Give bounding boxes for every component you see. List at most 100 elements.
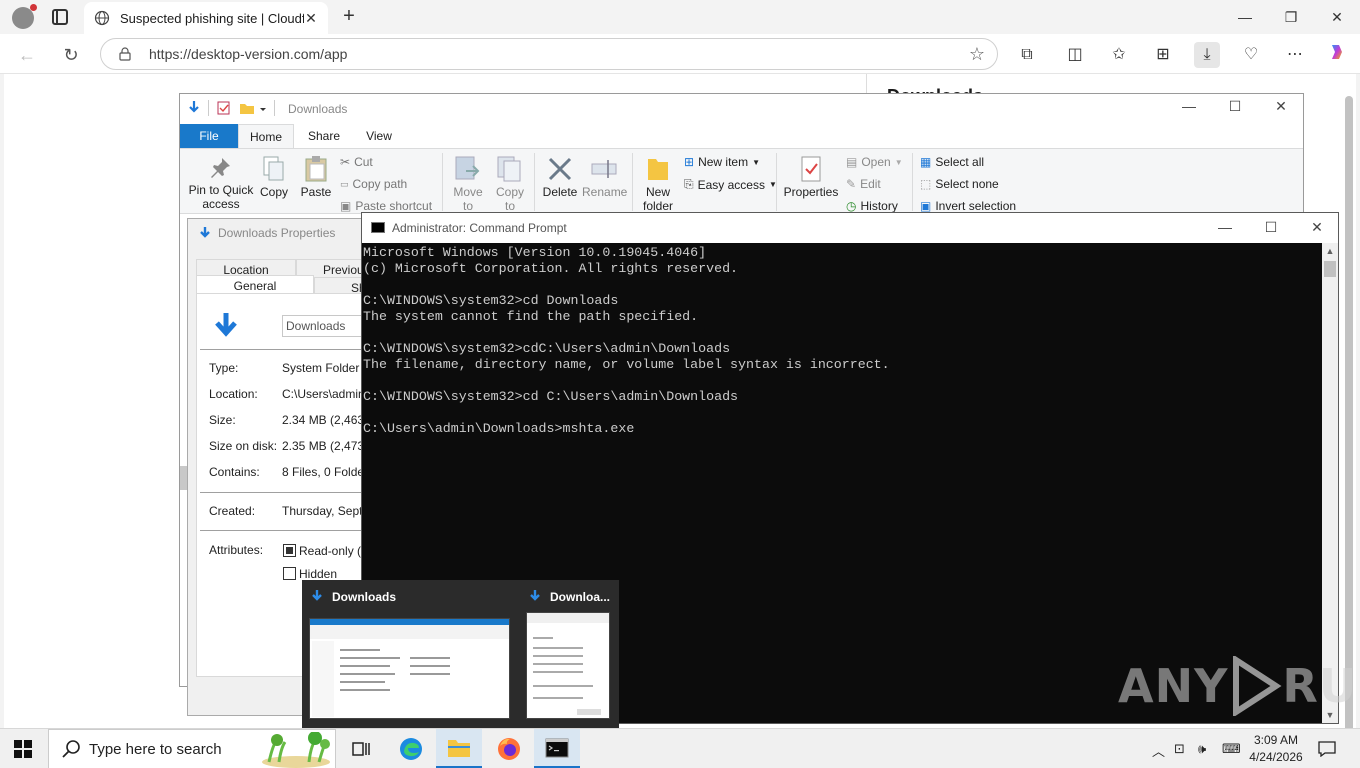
page-scrollbar[interactable] — [1342, 74, 1356, 736]
delete-button[interactable]: Delete — [540, 155, 580, 199]
scroll-up-icon[interactable]: ▲ — [1322, 243, 1338, 259]
lock-icon[interactable] — [119, 47, 131, 61]
page-scrollbar-thumb[interactable] — [1345, 96, 1353, 736]
tab-home[interactable]: Home — [238, 124, 294, 148]
chevron-down-icon: ▼ — [752, 157, 760, 167]
thumbnail-explorer[interactable]: Downloads — [302, 586, 520, 726]
open-button[interactable]: ▤ Open ▼ — [846, 155, 903, 169]
notification-icon[interactable] — [1318, 741, 1336, 760]
keyboard-icon[interactable]: ⌨ — [1222, 741, 1241, 757]
url-text[interactable]: https://desktop-version.com/app — [149, 39, 347, 69]
move-to-button[interactable]: Move to — [450, 155, 486, 213]
paste-button[interactable]: Paste — [298, 155, 334, 199]
search-highlight-icon — [262, 732, 330, 768]
download-arrow-icon — [312, 590, 322, 601]
copy-path-button[interactable]: ▭ Copy path — [340, 177, 407, 191]
pin-icon — [211, 158, 230, 178]
restore-button[interactable]: ❐ — [1268, 0, 1314, 34]
invert-selection-button[interactable]: ▣ Invert selection — [920, 199, 1016, 213]
location-label: Location: — [209, 387, 258, 401]
file-explorer-icon — [448, 739, 470, 757]
rename-button[interactable]: Rename — [582, 155, 627, 199]
properties-title: Downloads Properties — [218, 226, 336, 240]
new-item-button[interactable]: ⊞ New item ▼ — [684, 155, 760, 169]
favorites-icon[interactable]: ✩ — [1106, 42, 1132, 68]
task-view-button[interactable] — [338, 729, 384, 768]
profile-avatar-icon[interactable] — [12, 4, 37, 29]
play-logo-icon — [1233, 656, 1282, 716]
copy-to-icon — [497, 156, 521, 182]
browser-essentials-icon[interactable]: ♡ — [1238, 42, 1264, 68]
history-button[interactable]: ◷ History — [846, 199, 898, 213]
copy-button[interactable]: Copy — [258, 155, 290, 199]
tab-view[interactable]: View — [356, 124, 402, 148]
explorer-close-button[interactable]: ✕ — [1258, 98, 1304, 115]
firefox-taskbar-button[interactable] — [486, 729, 532, 768]
tab-file[interactable]: File — [180, 124, 238, 148]
paste-shortcut-button[interactable]: ▣ Paste shortcut — [340, 199, 432, 213]
thumbnail-properties[interactable]: Downloa... — [520, 586, 619, 726]
address-bar[interactable]: https://desktop-version.com/app ☆ — [100, 38, 998, 70]
properties-button[interactable]: Properties — [782, 155, 840, 199]
cmd-scrollbar[interactable]: ▲ ▼ — [1322, 243, 1338, 723]
more-menu-icon[interactable]: ⋯ — [1282, 42, 1308, 68]
extensions-icon[interactable]: ⧉ — [1014, 42, 1040, 68]
hidden-checkbox[interactable] — [283, 567, 296, 580]
taskbar-search-box[interactable]: Type here to search — [48, 729, 336, 768]
windows-start-icon[interactable] — [14, 740, 32, 758]
select-none-button[interactable]: ⬚ Select none — [920, 177, 999, 191]
refresh-button[interactable]: ↻ — [58, 42, 84, 68]
thumbnail-label: Downloa... — [550, 590, 610, 604]
clock[interactable]: 3:09 AM 4/24/2026 — [1246, 732, 1306, 766]
ribbon-tabs: File Home Share View ︿ ? — [180, 124, 1303, 174]
back-button[interactable]: ← — [14, 42, 40, 68]
cmd-close-button[interactable]: ✕ — [1294, 219, 1340, 236]
new-folder-button[interactable]: New folder — [638, 155, 678, 213]
cut-button[interactable]: ✂ Cut — [340, 155, 373, 169]
tab-close-icon[interactable]: ✕ — [304, 11, 318, 25]
cmd-titlebar: Administrator: Command Prompt — ☐ ✕ — [362, 213, 1338, 243]
tab-actions-icon[interactable] — [52, 9, 68, 25]
show-hidden-icons[interactable]: ︿ — [1152, 741, 1165, 760]
tab-share[interactable]: Share — [300, 124, 348, 148]
cmd-taskbar-button[interactable] — [534, 729, 580, 768]
thumbnail-preview — [526, 612, 610, 719]
close-window-button[interactable]: ✕ — [1314, 0, 1360, 34]
copy-to-button[interactable]: Copy to — [492, 155, 528, 213]
cmd-maximize-button[interactable]: ☐ — [1248, 219, 1294, 236]
taskbar: Type here to search ︿ ⊡ 🕪 ⌨ 3:09 AM 4/24… — [0, 728, 1360, 768]
minimize-button[interactable]: — — [1222, 0, 1268, 34]
volume-icon[interactable]: 🕪 — [1198, 741, 1206, 757]
invert-selection-icon: ▣ — [920, 199, 932, 213]
pin-quick-access-button[interactable]: Pin to Quick access — [186, 155, 256, 211]
explorer-maximize-button[interactable]: ☐ — [1212, 98, 1258, 115]
downloads-folder-icon — [215, 313, 237, 337]
favorite-star-icon[interactable]: ☆ — [969, 44, 985, 65]
explorer-taskbar-button[interactable] — [436, 729, 482, 768]
edge-taskbar-button[interactable] — [388, 729, 434, 768]
cmd-scrollbar-thumb[interactable] — [1324, 261, 1336, 277]
cmd-minimize-button[interactable]: — — [1202, 219, 1248, 235]
edit-button[interactable]: ✎ Edit — [846, 177, 881, 191]
cmd-app-icon — [371, 222, 385, 233]
size-label: Size: — [209, 413, 236, 427]
collections-icon[interactable]: ⊞ — [1150, 42, 1176, 68]
browser-tab[interactable]: Suspected phishing site | Cloudfla ✕ — [84, 2, 328, 34]
split-screen-icon[interactable]: ◫ — [1062, 42, 1088, 68]
downloads-icon[interactable]: ⤓ — [1194, 42, 1220, 68]
quick-access-toolbar[interactable] — [188, 100, 278, 119]
easy-access-button[interactable]: ⎘ Easy access ▼ — [684, 177, 777, 192]
new-item-icon: ⊞ — [684, 155, 695, 169]
network-icon[interactable]: ⊡ — [1174, 741, 1185, 757]
scissors-icon: ✂ — [340, 155, 351, 169]
copilot-icon[interactable] — [1324, 42, 1350, 68]
select-all-button[interactable]: ▦ Select all — [920, 155, 984, 169]
explorer-titlebar: Downloads — ☐ ✕ — [180, 94, 1303, 124]
paste-shortcut-icon: ▣ — [340, 199, 352, 213]
clock-time: 3:09 AM — [1253, 733, 1299, 747]
thumbnail-label: Downloads — [332, 590, 397, 604]
explorer-minimize-button[interactable]: — — [1166, 98, 1212, 114]
new-tab-button[interactable]: + — [338, 6, 360, 28]
readonly-checkbox[interactable] — [283, 544, 296, 557]
contains-label: Contains: — [209, 465, 260, 479]
